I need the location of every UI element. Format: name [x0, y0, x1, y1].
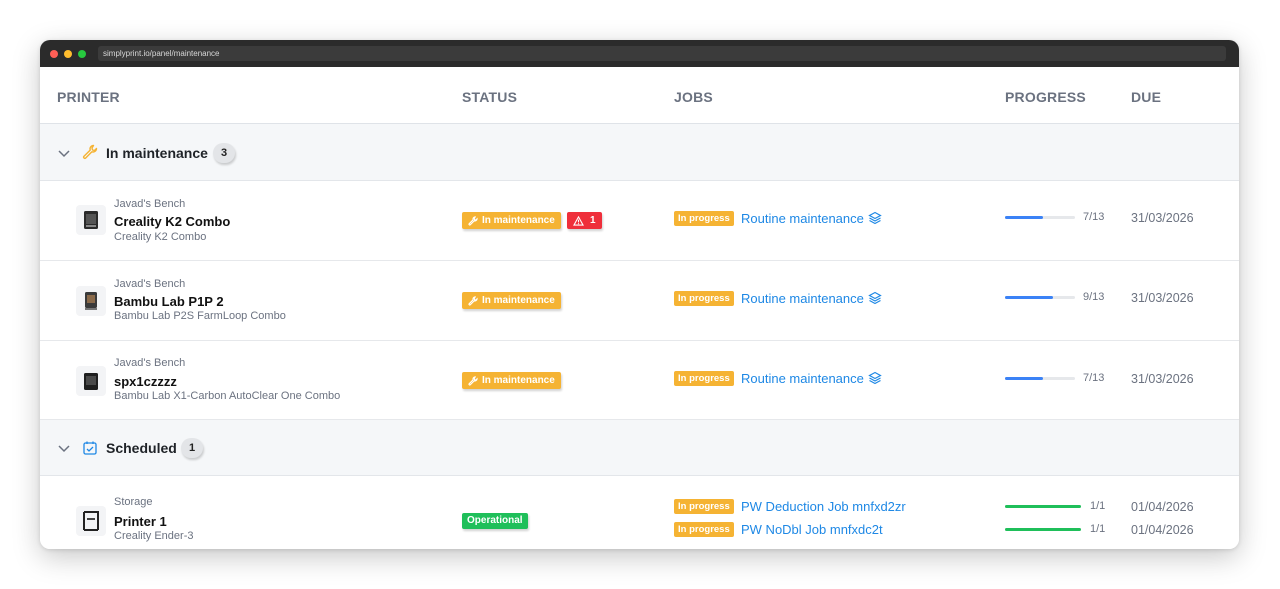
printer-image-icon [85, 292, 97, 310]
status-badge-maintenance: In maintenance [462, 212, 561, 229]
due-date: 31/03/2026 [1131, 291, 1194, 305]
table-row[interactable]: Javad's Bench Bambu Lab P1P 2 Bambu Lab … [40, 261, 1239, 341]
progress-fill [1005, 296, 1054, 299]
progress-bar [1005, 296, 1075, 299]
printer-location: Javad's Bench [114, 357, 186, 369]
layers-icon[interactable] [868, 371, 882, 385]
minimize-window-button[interactable] [64, 49, 72, 58]
printer-model: Bambu Lab X1-Carbon AutoClear One Combo [114, 390, 341, 402]
progress-fill [1005, 216, 1043, 219]
close-window-button[interactable] [50, 49, 58, 58]
job-link[interactable]: Routine maintenance [741, 291, 864, 306]
group-header-scheduled[interactable]: Scheduled 1 [40, 420, 1239, 476]
progress-bar [1005, 377, 1075, 380]
progress-text: 9/13 [1083, 291, 1105, 303]
job-state-badge: In progress [674, 522, 734, 537]
wrench-icon [468, 375, 478, 386]
job-link[interactable]: PW NoDbl Job mnfxdc2t [741, 522, 883, 537]
due-date: 31/03/2026 [1131, 211, 1194, 225]
printer-name-link[interactable]: spx1czzzz [114, 374, 177, 389]
printer-name-link[interactable]: Creality K2 Combo [114, 214, 230, 229]
status-badge-maintenance: In maintenance [462, 292, 561, 309]
wrench-icon [468, 215, 478, 226]
printer-location: Javad's Bench [114, 198, 186, 210]
browser-titlebar: simplyprint.io/panel/maintenance [40, 40, 1239, 67]
job-link[interactable]: Routine maintenance [741, 211, 864, 226]
column-header-status[interactable]: STATUS [462, 89, 517, 105]
printer-model: Bambu Lab P2S FarmLoop Combo [114, 310, 286, 322]
printer-model: Creality Ender-3 [114, 530, 194, 542]
progress-fill [1005, 377, 1043, 380]
due-date: 01/04/2026 [1131, 500, 1194, 514]
job-state-badge: In progress [674, 371, 734, 386]
status-badge-operational: Operational [462, 513, 528, 529]
column-header-progress[interactable]: PROGRESS [1005, 89, 1086, 105]
layers-icon[interactable] [868, 291, 882, 305]
table-header: PRINTER STATUS JOBS PROGRESS DUE [40, 67, 1239, 124]
warning-icon [573, 215, 584, 226]
alert-badge[interactable]: 1 [567, 212, 602, 229]
printer-location: Storage [114, 496, 153, 508]
printer-model: Creality K2 Combo [114, 231, 207, 243]
due-date: 31/03/2026 [1131, 372, 1194, 386]
table-row[interactable]: Javad's Bench spx1czzzz Bambu Lab X1-Car… [40, 341, 1239, 420]
maximize-window-button[interactable] [78, 49, 86, 58]
printer-location: Javad's Bench [114, 278, 186, 290]
column-header-due[interactable]: DUE [1131, 89, 1161, 105]
alert-count: 1 [590, 215, 596, 226]
printer-thumbnail [76, 506, 106, 536]
status-label: In maintenance [482, 295, 555, 306]
printer-thumbnail [76, 366, 106, 396]
table-row[interactable]: Javad's Bench Creality K2 Combo Creality… [40, 181, 1239, 261]
column-header-jobs[interactable]: JOBS [674, 89, 713, 105]
due-date: 01/04/2026 [1131, 523, 1194, 537]
group-count-badge: 1 [181, 438, 203, 458]
group-header-in-maintenance[interactable]: In maintenance 3 [40, 124, 1239, 181]
wrench-icon [468, 295, 478, 306]
calendar-check-icon [83, 441, 97, 455]
table-row[interactable]: Storage Printer 1 Creality Ender-3 Opera… [40, 476, 1239, 549]
printer-image-icon [83, 511, 99, 531]
chevron-down-icon[interactable] [57, 441, 71, 455]
group-title: In maintenance [106, 145, 208, 161]
column-header-printer[interactable]: PRINTER [57, 89, 120, 105]
progress-text: 7/13 [1083, 372, 1105, 384]
job-state-badge: In progress [674, 499, 734, 514]
progress-text: 1/1 [1090, 500, 1106, 512]
printer-image-icon [84, 373, 98, 390]
printer-name-link[interactable]: Printer 1 [114, 514, 167, 529]
chevron-down-icon[interactable] [57, 146, 71, 160]
progress-bar [1005, 528, 1081, 531]
status-label: In maintenance [482, 375, 555, 386]
status-label: In maintenance [482, 215, 555, 226]
status-badge-maintenance: In maintenance [462, 372, 561, 389]
group-title: Scheduled [106, 440, 177, 456]
layers-icon[interactable] [868, 211, 882, 225]
progress-text: 7/13 [1083, 211, 1105, 223]
job-state-badge: In progress [674, 291, 734, 306]
job-link[interactable]: PW Deduction Job mnfxd2zr [741, 499, 906, 514]
printer-thumbnail [76, 205, 106, 235]
job-link[interactable]: Routine maintenance [741, 371, 864, 386]
printer-image-icon [84, 211, 98, 229]
printer-thumbnail [76, 286, 106, 316]
wrench-icon [82, 144, 98, 160]
printer-name-link[interactable]: Bambu Lab P1P 2 [114, 294, 224, 309]
progress-bar [1005, 505, 1081, 508]
group-count-badge: 3 [213, 143, 235, 163]
progress-bar [1005, 216, 1075, 219]
progress-text: 1/1 [1090, 523, 1106, 535]
browser-window: simplyprint.io/panel/maintenance PRINTER… [40, 40, 1239, 549]
job-state-badge: In progress [674, 211, 734, 226]
progress-fill [1005, 528, 1081, 531]
address-bar[interactable]: simplyprint.io/panel/maintenance [98, 46, 1226, 61]
progress-fill [1005, 505, 1081, 508]
